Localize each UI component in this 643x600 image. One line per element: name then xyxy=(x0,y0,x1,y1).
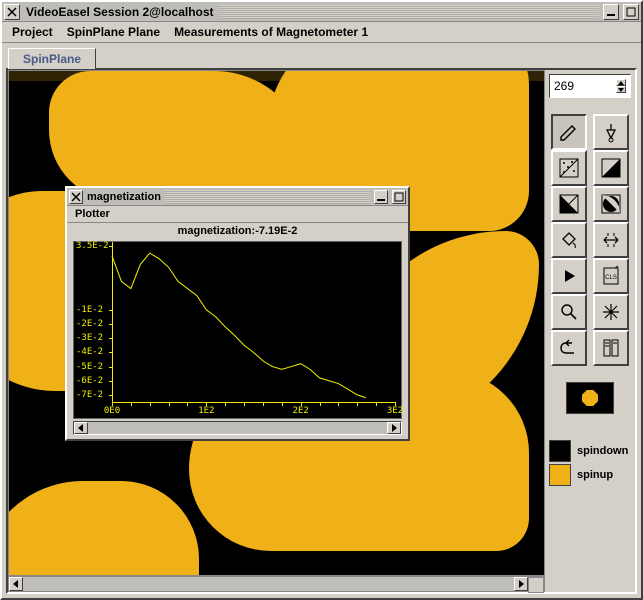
plot-readout: magnetization:-7.19E-2 xyxy=(67,223,408,239)
sidebar: 269 CLS spindown spinup xyxy=(545,70,635,592)
window-close-icon[interactable] xyxy=(4,4,20,20)
main-window: VideoEasel Session 2@localhost Project S… xyxy=(0,0,643,600)
plot-area[interactable]: 3.5E-2-1E-2-2E-2-3E-2-4E-2-5E-2-6E-2-7E-… xyxy=(73,241,402,419)
legend-swatch-spindown xyxy=(549,440,571,462)
pencil-icon xyxy=(558,121,580,143)
legend-label-spinup: spinup xyxy=(577,469,613,481)
tab-strip: SpinPlane xyxy=(2,43,641,68)
legend-row-spindown[interactable]: spindown xyxy=(549,440,631,462)
window-title: VideoEasel Session 2@localhost xyxy=(26,5,214,19)
random-dots-icon xyxy=(558,157,580,179)
plotter-menu[interactable]: Plotter xyxy=(67,206,408,223)
plot-scrollbar[interactable] xyxy=(73,421,402,435)
viewport-hscrollbar[interactable] xyxy=(8,576,545,592)
frame-counter-value: 269 xyxy=(554,79,574,93)
snowflake-icon xyxy=(600,301,622,323)
snowflake-tool[interactable] xyxy=(593,294,629,330)
legend-row-spinup[interactable]: spinup xyxy=(549,464,631,486)
menu-item-spinplane[interactable]: SpinPlane Plane xyxy=(67,25,160,39)
panel-icon xyxy=(600,337,622,359)
inner-maximize-icon[interactable] xyxy=(392,190,406,204)
svg-text:CLS: CLS xyxy=(605,275,617,281)
menubar: Project SpinPlane Plane Measurements of … xyxy=(2,22,641,43)
pencil-tool[interactable] xyxy=(551,114,587,150)
menu-item-measurements[interactable]: Measurements of Magnetometer 1 xyxy=(174,25,368,39)
current-color-swatch[interactable] xyxy=(566,382,614,414)
hscroll-track[interactable] xyxy=(23,577,514,591)
tool-palette: CLS xyxy=(549,114,631,366)
window-minimize-icon[interactable] xyxy=(603,4,619,20)
step-down-icon[interactable] xyxy=(616,86,626,93)
magnetization-window[interactable]: magnetization Plotter magnetization:-7.1… xyxy=(65,186,410,441)
zoom-tool[interactable] xyxy=(551,294,587,330)
diag-b-icon xyxy=(600,193,622,215)
magnetization-title: magnetization xyxy=(87,191,161,203)
undo-icon xyxy=(558,337,580,359)
scroll-right-icon[interactable] xyxy=(387,422,401,434)
scroll-corner xyxy=(528,577,544,593)
cursor-stand-icon xyxy=(600,121,622,143)
undo-tool[interactable] xyxy=(551,330,587,366)
hscroll-right-icon[interactable] xyxy=(514,577,528,591)
inner-close-icon[interactable] xyxy=(69,190,83,204)
cls-icon: CLS xyxy=(600,265,622,287)
random-dots-tool[interactable] xyxy=(551,150,587,186)
arrows-icon xyxy=(600,229,622,251)
legend: spindown spinup xyxy=(549,438,631,488)
menu-item-project[interactable]: Project xyxy=(12,25,53,39)
play-tool[interactable] xyxy=(551,258,587,294)
step-up-icon[interactable] xyxy=(616,79,626,86)
readout-value: -7.19E-2 xyxy=(255,225,297,237)
viewport-column: magnetization Plotter magnetization:-7.1… xyxy=(8,70,545,592)
hscroll-left-icon[interactable] xyxy=(9,577,23,591)
scroll-left-icon[interactable] xyxy=(74,422,88,434)
legend-label-spindown: spindown xyxy=(577,445,628,457)
cursor-tool[interactable] xyxy=(593,114,629,150)
bucket-icon xyxy=(558,229,580,251)
readout-label: magnetization: xyxy=(178,225,256,237)
magnetization-titlebar[interactable]: magnetization xyxy=(67,188,408,206)
client-area: magnetization Plotter magnetization:-7.1… xyxy=(6,68,637,594)
contrast-b-tool[interactable] xyxy=(593,186,629,222)
fill-triangle-tool[interactable] xyxy=(593,150,629,186)
fill-triangle-icon xyxy=(600,157,622,179)
cls-tool[interactable]: CLS xyxy=(593,258,629,294)
bucket-tool[interactable] xyxy=(551,222,587,258)
inner-minimize-icon[interactable] xyxy=(374,190,388,204)
magnifier-icon xyxy=(558,301,580,323)
simulation-viewport[interactable]: magnetization Plotter magnetization:-7.1… xyxy=(8,70,545,576)
swatch-dot-icon xyxy=(582,390,598,406)
inner-titlebar-grip[interactable] xyxy=(165,190,370,204)
tab-spinplane[interactable]: SpinPlane xyxy=(8,48,96,69)
window-maximize-icon[interactable] xyxy=(623,4,639,20)
contrast-a-tool[interactable] xyxy=(551,186,587,222)
diag-a-icon xyxy=(558,193,580,215)
titlebar-grip[interactable] xyxy=(218,5,599,19)
frame-stepper[interactable] xyxy=(616,79,626,93)
resize-tool[interactable] xyxy=(593,222,629,258)
scroll-track[interactable] xyxy=(88,422,387,434)
magnetization-series xyxy=(74,242,401,418)
panel-tool[interactable] xyxy=(593,330,629,366)
play-icon xyxy=(558,265,580,287)
frame-counter-input[interactable]: 269 xyxy=(549,74,631,98)
titlebar[interactable]: VideoEasel Session 2@localhost xyxy=(2,2,641,22)
legend-swatch-spinup xyxy=(549,464,571,486)
